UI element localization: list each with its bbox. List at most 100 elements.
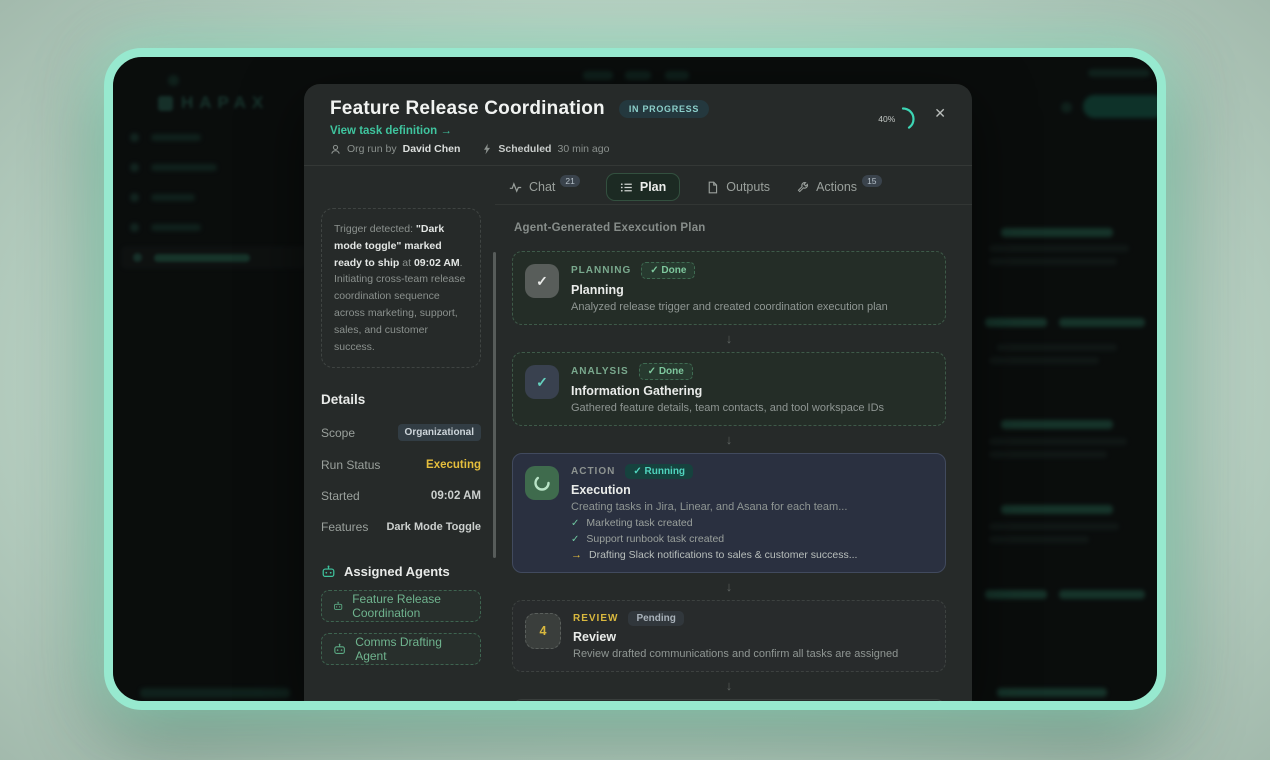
step-phase: ACTION (571, 466, 615, 477)
plan-step-review: 4 REVIEW Pending Review Review drafted c… (512, 600, 946, 672)
trigger-summary: Trigger detected: "Dark mode toggle" mar… (321, 208, 481, 368)
detail-label: Started (321, 489, 360, 503)
close-icon[interactable]: ✕ (930, 104, 950, 122)
detail-row-started: Started 09:02 AM (321, 489, 481, 503)
trigger-time: 09:02 AM (414, 257, 460, 269)
details-title: Details (321, 392, 481, 407)
tab-chat[interactable]: Chat 21 (509, 180, 580, 194)
scheduled-label: Scheduled (498, 143, 551, 155)
list-icon (620, 181, 633, 194)
tab-label: Plan (640, 180, 666, 194)
tab-plan[interactable]: Plan (606, 173, 680, 201)
plan-heading: Agent-Generated Exexcution Plan (514, 222, 946, 234)
down-arrow-icon: ↓ (726, 579, 733, 594)
status-badge: IN PROGRESS (619, 100, 709, 118)
step-subtask-current: → Drafting Slack notifications to sales … (571, 549, 857, 561)
detail-label: Scope (321, 426, 355, 440)
robot-icon (321, 565, 336, 578)
scope-badge: Organizational (398, 424, 481, 441)
tab-outputs[interactable]: Outputs (706, 180, 770, 194)
tab-label: Outputs (726, 180, 770, 194)
tab-label: Actions (816, 180, 857, 194)
scheduled-value: 30 min ago (557, 143, 609, 155)
step-phase: PLANNING (571, 265, 631, 276)
started-value: 09:02 AM (431, 490, 481, 502)
plan-step-complete: 5 COMPLETE Pending Complete Coordination… (512, 699, 946, 701)
step-title: Execution (571, 483, 857, 497)
step-phase: ANALYSIS (571, 366, 629, 377)
step-title: Information Gathering (571, 384, 884, 398)
plan-step-analysis: ✓ ANALYSIS ✓ Done Information Gathering … (512, 352, 946, 426)
tab-bar: Chat 21 Plan Outputs (495, 174, 972, 205)
agent-chip[interactable]: Comms Drafting Agent (321, 633, 481, 665)
agent-chip[interactable]: Feature Release Coordination (321, 590, 481, 622)
assigned-agents-section: Assigned Agents Feature Release Coordina… (321, 564, 481, 665)
actions-count-badge: 15 (862, 175, 881, 187)
step-subtask: ✓ Support runbook task created (571, 533, 857, 545)
step-status-badge: ✓ Running (625, 464, 693, 479)
trigger-suffix: . Initiating cross-team release coordina… (334, 257, 465, 353)
step-number: 4 (525, 613, 561, 649)
subtask-text: Marketing task created (586, 517, 692, 529)
tab-label: Chat (529, 180, 555, 194)
run-status-value: Executing (426, 459, 481, 471)
agent-chip-label: Feature Release Coordination (352, 592, 469, 620)
chat-count-badge: 21 (560, 175, 579, 187)
document-icon (706, 181, 719, 194)
plan-content: Agent-Generated Exexcution Plan ✓ PLANNI… (495, 205, 972, 701)
step-status-badge: ✓ Done (641, 262, 695, 279)
activity-icon (509, 181, 522, 194)
run-meta: Org run by David Chen Scheduled 30 min a… (330, 143, 709, 155)
step-description: Review drafted communications and confir… (573, 648, 898, 660)
step-status-badge: Pending (628, 611, 683, 626)
down-arrow-icon: ↓ (726, 331, 733, 346)
modal-title: Feature Release Coordination (330, 98, 605, 120)
arrow-right-icon: → (571, 549, 582, 561)
trigger-prefix: Trigger detected: (334, 223, 416, 235)
tab-actions[interactable]: Actions 15 (796, 180, 881, 194)
features-value: Dark Mode Toggle (386, 521, 481, 533)
modal-body: Trigger detected: "Dark mode toggle" mar… (304, 166, 972, 701)
view-task-definition-link[interactable]: View task definition → (330, 125, 709, 137)
run-by-prefix: Org run by (347, 143, 397, 155)
robot-icon (333, 643, 346, 655)
step-status-badge: ✓ Done (639, 363, 693, 380)
check-icon: ✓ (571, 518, 579, 529)
down-arrow-icon: ↓ (726, 432, 733, 447)
step-subtask: ✓ Marketing task created (571, 517, 857, 529)
page-background: HAPAX (0, 0, 1270, 760)
detail-label: Features (321, 520, 368, 534)
check-icon: ✓ (571, 534, 579, 545)
spinner-icon (525, 466, 559, 500)
down-arrow-icon: ↓ (726, 678, 733, 693)
plan-panel: Chat 21 Plan Outputs (495, 166, 972, 701)
details-panel: Trigger detected: "Dark mode toggle" mar… (304, 166, 495, 701)
subtask-text: Support runbook task created (586, 533, 724, 545)
plan-step-planning: ✓ PLANNING ✓ Done Planning Analyzed rele… (512, 251, 946, 325)
progress-ring: 40% (878, 104, 918, 134)
plan-step-action: ACTION ✓ Running Execution Creating task… (512, 453, 946, 573)
progress-percent: 40% (878, 114, 895, 124)
detail-label: Run Status (321, 458, 380, 472)
step-phase: REVIEW (573, 613, 618, 624)
step-title: Planning (571, 283, 888, 297)
detail-row-scope: Scope Organizational (321, 424, 481, 441)
wrench-icon (796, 181, 809, 194)
task-run-modal: Feature Release Coordination IN PROGRESS… (304, 84, 972, 701)
scrollbar-thumb[interactable] (493, 252, 496, 558)
check-icon: ✓ (525, 365, 559, 399)
assigned-agents-title: Assigned Agents (344, 564, 450, 579)
subtask-text: Drafting Slack notifications to sales & … (589, 549, 857, 561)
check-icon: ✓ (525, 264, 559, 298)
detail-row-run-status: Run Status Executing (321, 458, 481, 472)
app-window: HAPAX (104, 48, 1166, 710)
step-description: Analyzed release trigger and created coo… (571, 301, 888, 313)
step-title: Review (573, 630, 898, 644)
person-icon (330, 144, 341, 155)
robot-icon (333, 600, 343, 612)
lightning-icon (482, 143, 492, 155)
step-description: Creating tasks in Jira, Linear, and Asan… (571, 501, 857, 513)
detail-row-features: Features Dark Mode Toggle (321, 520, 481, 534)
modal-header: Feature Release Coordination IN PROGRESS… (304, 84, 972, 166)
trigger-mid: at (399, 257, 414, 269)
